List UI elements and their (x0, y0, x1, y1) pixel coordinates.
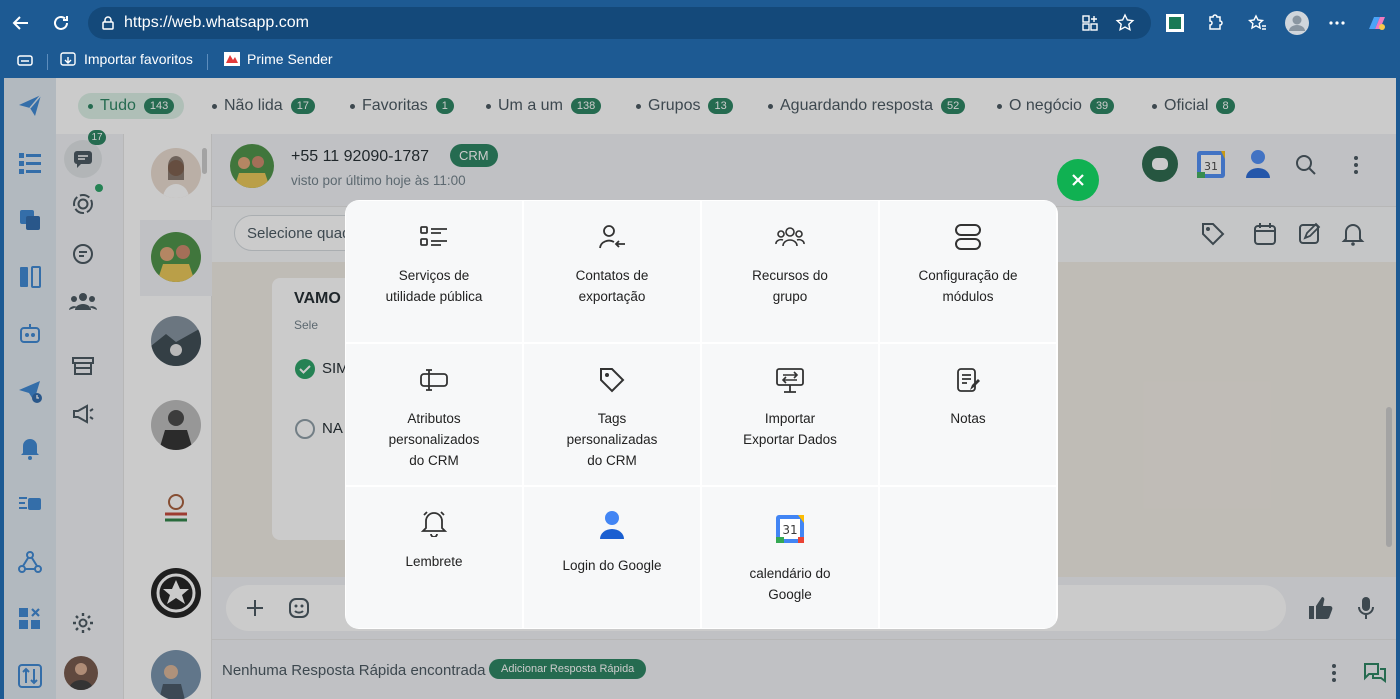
import-icon (60, 52, 76, 66)
back-button[interactable] (6, 8, 36, 38)
reload-icon (54, 15, 68, 30)
close-menu-button[interactable] (1057, 159, 1099, 201)
notes-icon (957, 368, 980, 392)
favorites-star-icon (1247, 14, 1266, 30)
prime-sender-link[interactable]: Prime Sender (223, 51, 333, 67)
copilot-button[interactable] (1362, 8, 1392, 38)
module-settings-tile[interactable]: Configuração de módulos (880, 201, 1056, 342)
export-contacts-tile[interactable]: Contatos de exportação (524, 201, 700, 342)
profile-avatar-icon (1285, 11, 1309, 35)
back-arrow-icon (12, 16, 28, 30)
import-favorites-link[interactable]: Importar favoritos (60, 51, 193, 67)
star-icon (1115, 13, 1135, 32)
favorites-button[interactable] (1242, 8, 1272, 38)
svg-text:31: 31 (782, 523, 797, 537)
profile-button[interactable] (1282, 8, 1312, 38)
empty-tile (880, 487, 1056, 628)
crm-custom-attributes-tile[interactable]: Atributos personalizados do CRM (346, 344, 522, 485)
puzzle-icon (1209, 14, 1223, 30)
extension-button[interactable] (1160, 8, 1190, 38)
copilot-icon (1369, 17, 1385, 30)
reminder-tile[interactable]: Lembrete (346, 487, 522, 628)
lock-icon (102, 16, 114, 30)
extensions-button[interactable] (1199, 8, 1229, 38)
modules-icon (955, 224, 981, 250)
url-text: https://web.whatsapp.com (124, 14, 309, 31)
google-calendar-icon: 31 (776, 515, 804, 543)
close-icon (1072, 174, 1084, 186)
public-utility-services-tile[interactable]: Serviços de utilidade pública (346, 201, 522, 342)
google-user-icon (600, 511, 624, 539)
tag-icon (600, 368, 625, 393)
more-horizontal-icon (1329, 21, 1345, 25)
browser-toolbar: https://web.whatsapp.com (0, 0, 1400, 46)
google-calendar-tile[interactable]: 31 calendário do Google (702, 487, 878, 628)
reload-button[interactable] (46, 8, 76, 38)
group-resources-tile[interactable]: Recursos do grupo (702, 201, 878, 342)
extension-green-icon (1166, 14, 1184, 32)
features-menu: Serviços de utilidade pública Contatos d… (345, 200, 1058, 629)
import-export-data-tile[interactable]: Importar Exportar Dados (702, 344, 878, 485)
bell-icon (420, 511, 448, 537)
import-export-icon (776, 368, 804, 393)
crm-custom-tags-tile[interactable]: Tags personalizadas do CRM (524, 344, 700, 485)
attributes-icon (420, 369, 448, 391)
group-icon (775, 227, 805, 247)
notes-tile[interactable]: Notas (880, 344, 1056, 485)
apps-icon (1082, 15, 1098, 31)
favorites-bar: Importar favoritos Prime Sender (0, 46, 1400, 76)
google-login-tile[interactable]: Login do Google (524, 487, 700, 628)
list-icon (420, 226, 447, 246)
prime-sender-icon (224, 52, 240, 66)
user-export-icon (599, 225, 625, 249)
menu-button[interactable] (1322, 8, 1352, 38)
tabs-icon (17, 55, 33, 66)
address-bar[interactable]: https://web.whatsapp.com (88, 7, 1151, 39)
whatsapp-app: Tudo 143 Não lida 17 Favoritas 1 Um a um 138… (4, 78, 1396, 699)
